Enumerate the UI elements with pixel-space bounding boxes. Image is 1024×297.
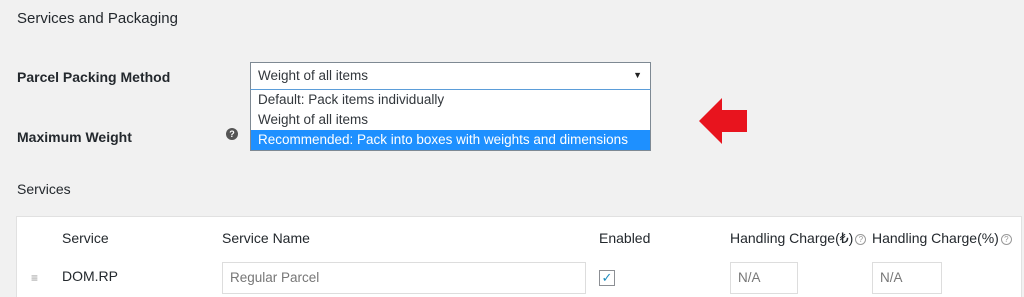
packing-method-label: Parcel Packing Method (17, 69, 171, 85)
column-header-enabled: Enabled (599, 230, 651, 246)
services-label: Services (17, 181, 71, 197)
column-header-handling-charge-currency: Handling Charge(₺)? (730, 230, 867, 247)
dropdown-option-pack-individually[interactable]: Default: Pack items individually (251, 90, 650, 110)
packing-method-select[interactable]: Weight of all items ▼ (250, 62, 651, 90)
packing-method-selected-value: Weight of all items (258, 68, 369, 83)
max-weight-label: Maximum Weight (17, 129, 132, 145)
service-code: DOM.RP (62, 268, 118, 284)
column-header-service-name: Service Name (222, 230, 310, 246)
handling-charge-currency-input[interactable]: N/A (730, 262, 798, 294)
column-header-handling-charge-percent-label: Handling Charge(%) (872, 230, 999, 246)
column-header-handling-charge-currency-label: Handling Charge(₺) (730, 230, 854, 246)
section-title: Services and Packaging (17, 10, 178, 27)
chevron-down-icon: ▼ (633, 70, 642, 80)
question-mark-icon[interactable]: ? (1000, 233, 1012, 245)
drag-handle-icon[interactable]: ≡ (31, 271, 38, 285)
column-header-handling-charge-percent: Handling Charge(%)? (872, 230, 1012, 246)
dropdown-option-weight-of-all[interactable]: Weight of all items (251, 110, 650, 130)
red-arrow-icon (699, 98, 747, 144)
question-mark-icon[interactable]: ? (855, 233, 867, 245)
column-header-service: Service (62, 230, 109, 246)
handling-charge-percent-input[interactable]: N/A (872, 262, 942, 294)
enabled-checkbox[interactable]: ✓ (599, 270, 615, 286)
dropdown-option-pack-into-boxes[interactable]: Recommended: Pack into boxes with weight… (251, 130, 650, 150)
packing-method-dropdown: Default: Pack items individually Weight … (250, 90, 651, 151)
help-icon[interactable]: ? (226, 128, 238, 140)
service-name-input[interactable]: Regular Parcel (222, 262, 586, 294)
